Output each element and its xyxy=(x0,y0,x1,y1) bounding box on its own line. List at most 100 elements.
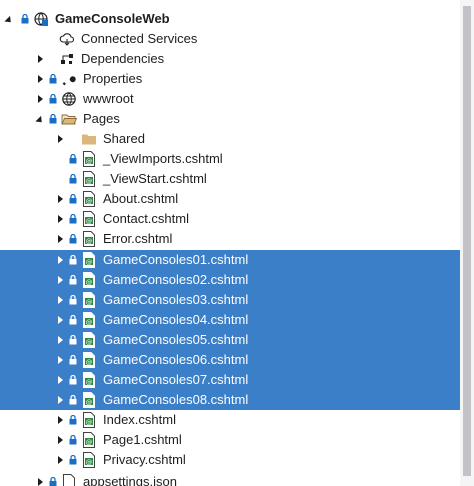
collapsed-arrow-icon[interactable] xyxy=(54,290,66,310)
lock-icon xyxy=(68,169,78,189)
lock-icon xyxy=(68,450,78,470)
viewstart-label: _ViewStart.cshtml xyxy=(103,171,207,186)
lock-icon xyxy=(68,430,78,450)
tree-row-gameconsoles02[interactable]: @ GameConsoles02.cshtml xyxy=(0,270,460,290)
gameconsoles04-label: GameConsoles04.cshtml xyxy=(103,312,249,327)
tree-row-gameconsoles06[interactable]: @ GameConsoles06.cshtml xyxy=(0,350,460,370)
tree-row-index[interactable]: @ Index.cshtml xyxy=(0,410,460,430)
expanded-arrow-icon[interactable] xyxy=(34,109,46,129)
contact-label: Contact.cshtml xyxy=(103,211,189,226)
collapsed-arrow-icon[interactable] xyxy=(54,350,66,370)
tree-row-connected-services[interactable]: Connected Services xyxy=(0,29,460,49)
svg-text:@: @ xyxy=(86,197,93,205)
razor-file-icon: @ xyxy=(80,370,98,390)
collapsed-arrow-icon[interactable] xyxy=(54,209,66,229)
scrollbar-thumb[interactable] xyxy=(463,6,471,476)
tree-row-contact[interactable]: @ Contact.cshtml xyxy=(0,209,460,229)
tree-row-gameconsoles03[interactable]: @ GameConsoles03.cshtml xyxy=(0,290,460,310)
svg-text:@: @ xyxy=(86,458,93,466)
collapsed-arrow-icon[interactable] xyxy=(54,330,66,350)
tree-row-gameconsoles01[interactable]: @ GameConsoles01.cshtml xyxy=(0,250,460,270)
lock-icon xyxy=(68,250,78,270)
json-file-icon xyxy=(60,472,78,486)
lock-icon xyxy=(68,350,78,370)
collapsed-arrow-icon[interactable] xyxy=(54,129,66,149)
expanded-arrow-icon[interactable] xyxy=(0,15,18,25)
gameconsoles07-label: GameConsoles07.cshtml xyxy=(103,372,249,387)
wrench-icon xyxy=(60,69,78,89)
svg-text:@: @ xyxy=(86,278,93,286)
folder-icon xyxy=(80,129,98,149)
error-label: Error.cshtml xyxy=(103,231,173,246)
tree-row-appsettings[interactable]: appsettings.json xyxy=(0,472,460,486)
svg-text:@: @ xyxy=(86,318,93,326)
razor-file-icon: @ xyxy=(80,290,98,310)
tree-row-viewimports[interactable]: @ _ViewImports.cshtml xyxy=(0,149,460,169)
collapsed-arrow-icon[interactable] xyxy=(54,390,66,410)
gameconsoles01-label: GameConsoles01.cshtml xyxy=(103,252,249,267)
collapsed-arrow-icon[interactable] xyxy=(54,270,66,290)
collapsed-arrow-icon[interactable] xyxy=(54,370,66,390)
razor-file-icon: @ xyxy=(80,430,98,450)
collapsed-arrow-icon[interactable] xyxy=(54,430,66,450)
collapsed-arrow-icon[interactable] xyxy=(34,49,46,69)
tree-row-privacy[interactable]: @ Privacy.cshtml xyxy=(0,450,460,470)
tree-row-gameconsoles04[interactable]: @ GameConsoles04.cshtml xyxy=(0,310,460,330)
tree-row-error[interactable]: @ Error.cshtml xyxy=(0,229,460,249)
lock-icon xyxy=(68,209,78,229)
razor-file-icon: @ xyxy=(80,250,98,270)
gameconsoles03-label: GameConsoles03.cshtml xyxy=(103,292,249,307)
privacy-label: Privacy.cshtml xyxy=(103,452,186,467)
svg-text:@: @ xyxy=(86,358,93,366)
lock-icon xyxy=(68,149,78,169)
razor-file-icon: @ xyxy=(80,310,98,330)
collapsed-arrow-icon[interactable] xyxy=(54,250,66,270)
razor-file-icon: @ xyxy=(80,229,98,249)
lock-icon xyxy=(68,229,78,249)
razor-file-icon: @ xyxy=(80,209,98,229)
lock-icon xyxy=(68,310,78,330)
collapsed-arrow-icon[interactable] xyxy=(54,310,66,330)
collapsed-arrow-icon[interactable] xyxy=(34,69,46,89)
tree-row-wwwroot[interactable]: wwwroot xyxy=(0,89,460,109)
lock-icon xyxy=(48,69,58,89)
tree-row-viewstart[interactable]: @ _ViewStart.cshtml xyxy=(0,169,460,189)
tree-row-shared[interactable]: Shared xyxy=(0,129,460,149)
viewimports-label: _ViewImports.cshtml xyxy=(103,151,223,166)
svg-text:@: @ xyxy=(86,298,93,306)
svg-text:@: @ xyxy=(86,157,93,165)
tree-row-page1[interactable]: @ Page1.cshtml xyxy=(0,430,460,450)
tree-row-gameconsoles05[interactable]: @ GameConsoles05.cshtml xyxy=(0,330,460,350)
pages-label: Pages xyxy=(83,111,120,126)
tree-row-properties[interactable]: Properties xyxy=(0,69,460,89)
wwwroot-label: wwwroot xyxy=(83,91,134,106)
dependencies-icon xyxy=(58,49,76,69)
razor-file-icon: @ xyxy=(80,169,98,189)
razor-file-icon: @ xyxy=(80,270,98,290)
tree-row-gameconsoles07[interactable]: @ GameConsoles07.cshtml xyxy=(0,370,460,390)
shared-label: Shared xyxy=(103,131,145,146)
tree-row-project[interactable]: GameConsoleWeb xyxy=(0,9,460,29)
svg-text:@: @ xyxy=(86,217,93,225)
razor-file-icon: @ xyxy=(80,330,98,350)
tree-row-dependencies[interactable]: Dependencies xyxy=(0,49,460,69)
gameconsoles05-label: GameConsoles05.cshtml xyxy=(103,332,249,347)
collapsed-arrow-icon[interactable] xyxy=(34,472,46,486)
svg-text:@: @ xyxy=(86,418,93,426)
connected-services-label: Connected Services xyxy=(81,31,198,46)
collapsed-arrow-icon[interactable] xyxy=(34,89,46,109)
lock-icon xyxy=(48,89,58,109)
collapsed-arrow-icon[interactable] xyxy=(54,410,66,430)
tree-row-pages[interactable]: Pages xyxy=(0,109,460,129)
vertical-scrollbar[interactable] xyxy=(460,0,474,486)
collapsed-arrow-icon[interactable] xyxy=(54,450,66,470)
tree-row-gameconsoles08[interactable]: @ GameConsoles08.cshtml xyxy=(0,390,460,410)
svg-text:@: @ xyxy=(86,338,93,346)
svg-text:@: @ xyxy=(86,177,93,185)
razor-file-icon: @ xyxy=(80,189,98,209)
collapsed-arrow-icon[interactable] xyxy=(54,229,66,249)
razor-file-icon: @ xyxy=(80,390,98,410)
tree-row-about[interactable]: @ About.cshtml xyxy=(0,189,460,209)
collapsed-arrow-icon[interactable] xyxy=(54,189,66,209)
svg-text:@: @ xyxy=(86,237,93,245)
